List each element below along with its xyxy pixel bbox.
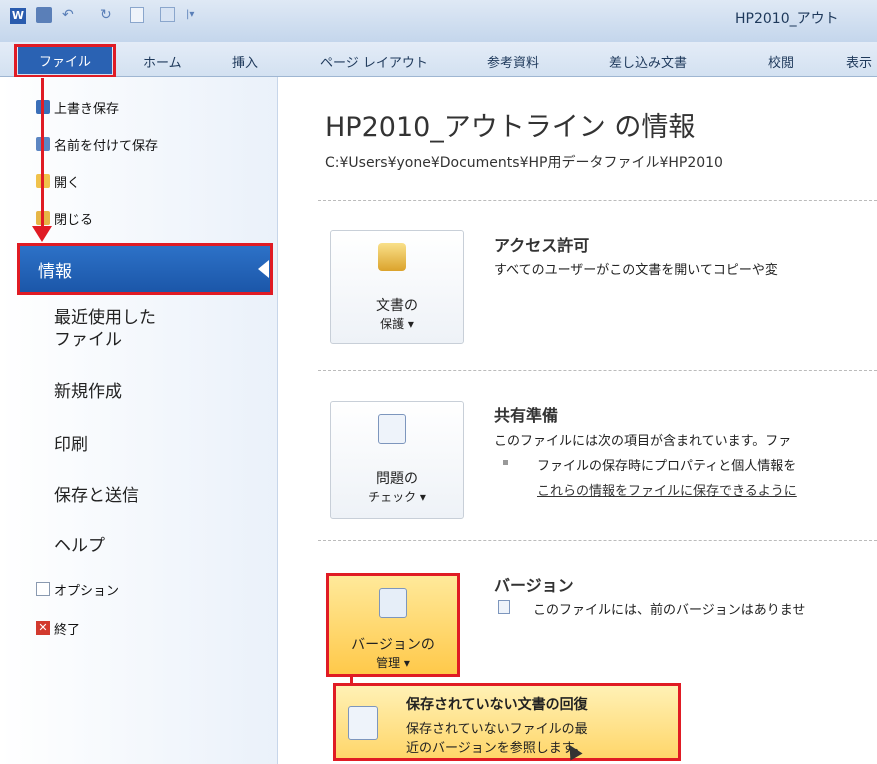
versions-icon	[379, 588, 407, 618]
ribbon-tab-bar	[0, 42, 877, 77]
tab-mailings[interactable]: 差し込み文書	[609, 52, 687, 71]
command-close[interactable]: 閉じる	[54, 209, 93, 228]
nav-print[interactable]: 印刷	[54, 430, 88, 455]
versions-title: バージョン	[494, 576, 574, 595]
protect-document-button[interactable]: 文書の 保護 ▾	[330, 230, 464, 344]
prepare-sharing-bullet: ファイルの保存時にプロパティと個人情報を	[537, 459, 797, 474]
new-document-icon[interactable]	[130, 7, 144, 23]
permissions-text: すべてのユーザーがこの文書を開いてコピーや変	[494, 263, 778, 278]
check-button-label-1: 問題の	[376, 471, 418, 487]
versions-button-label-1: バージョンの	[351, 637, 435, 653]
recover-description-1: 保存されていないファイルの最	[406, 722, 588, 737]
undo-icon[interactable]: ↶	[62, 7, 78, 23]
command-save-as[interactable]: 名前を付けて保存	[54, 135, 158, 154]
command-exit[interactable]: 終了	[54, 619, 80, 638]
divider	[318, 540, 877, 541]
permissions-title: アクセス許可	[494, 236, 590, 255]
annotation-arrow	[41, 78, 44, 230]
document-check-icon	[378, 414, 406, 444]
exit-icon: ✕	[36, 621, 50, 635]
nav-help[interactable]: ヘルプ	[54, 531, 105, 556]
tab-home[interactable]: ホーム	[143, 52, 182, 71]
annotation-arrowhead	[32, 226, 52, 242]
tab-insert[interactable]: 挿入	[232, 52, 258, 71]
versions-button-label-2: 管理 ▾	[376, 656, 410, 670]
prepare-sharing-link[interactable]: これらの情報をファイルに保存できるように	[537, 480, 797, 499]
nav-new[interactable]: 新規作成	[54, 377, 122, 402]
redo-icon[interactable]: ↻	[100, 7, 116, 23]
tab-review[interactable]: 校閲	[768, 52, 794, 71]
nav-info-highlight	[17, 243, 273, 295]
window-title: HP2010_アウト	[735, 11, 839, 27]
prepare-sharing-text: このファイルには次の項目が含まれています。ファ	[494, 434, 792, 449]
protect-button-label-1: 文書の	[376, 298, 418, 314]
command-save[interactable]: 上書き保存	[54, 98, 119, 117]
customize-toolbar-icon[interactable]: |▾	[186, 7, 202, 23]
nav-recent[interactable]: 最近使用した ファイル	[54, 307, 156, 351]
divider	[318, 200, 877, 201]
word-app-icon[interactable]: W	[10, 8, 26, 24]
bullet-icon	[503, 460, 508, 465]
page-title: HP2010_アウトライン の情報	[325, 112, 696, 143]
nav-save-send[interactable]: 保存と送信	[54, 481, 139, 506]
print-preview-icon[interactable]	[160, 7, 175, 22]
command-open[interactable]: 開く	[54, 172, 80, 191]
options-icon	[36, 582, 50, 596]
file-path: C:¥Users¥yone¥Documents¥HP用データファイル¥HP201…	[325, 155, 723, 171]
check-issues-button[interactable]: 問題の チェック ▾	[330, 401, 464, 519]
title-bar: W ↶ ↻ |▾ HP2010_アウト	[0, 0, 877, 42]
save-icon[interactable]	[36, 7, 52, 23]
file-tab-highlight	[14, 44, 116, 78]
tab-references[interactable]: 参考資料	[487, 52, 539, 71]
manage-versions-button[interactable]: バージョンの 管理 ▾	[326, 573, 460, 677]
divider	[318, 370, 877, 371]
recover-document-icon	[348, 706, 378, 740]
lock-key-icon	[378, 243, 406, 271]
tab-view[interactable]: 表示	[846, 52, 877, 71]
tab-page-layout[interactable]: ページ レイアウト	[320, 52, 428, 71]
versions-text: このファイルには、前のバージョンはありませ	[533, 603, 806, 618]
protect-button-label-2: 保護 ▾	[380, 317, 414, 331]
recover-unsaved-documents-item[interactable]: 保存されていない文書の回復 保存されていないファイルの最 近のバージョンを参照し…	[333, 683, 681, 761]
version-document-icon	[498, 600, 510, 614]
command-options[interactable]: オプション	[54, 580, 119, 599]
check-button-label-2: チェック ▾	[368, 490, 426, 504]
recover-title: 保存されていない文書の回復	[406, 697, 588, 713]
recover-description-2: 近のバージョンを参照します。	[406, 741, 587, 756]
prepare-sharing-title: 共有準備	[494, 406, 559, 425]
